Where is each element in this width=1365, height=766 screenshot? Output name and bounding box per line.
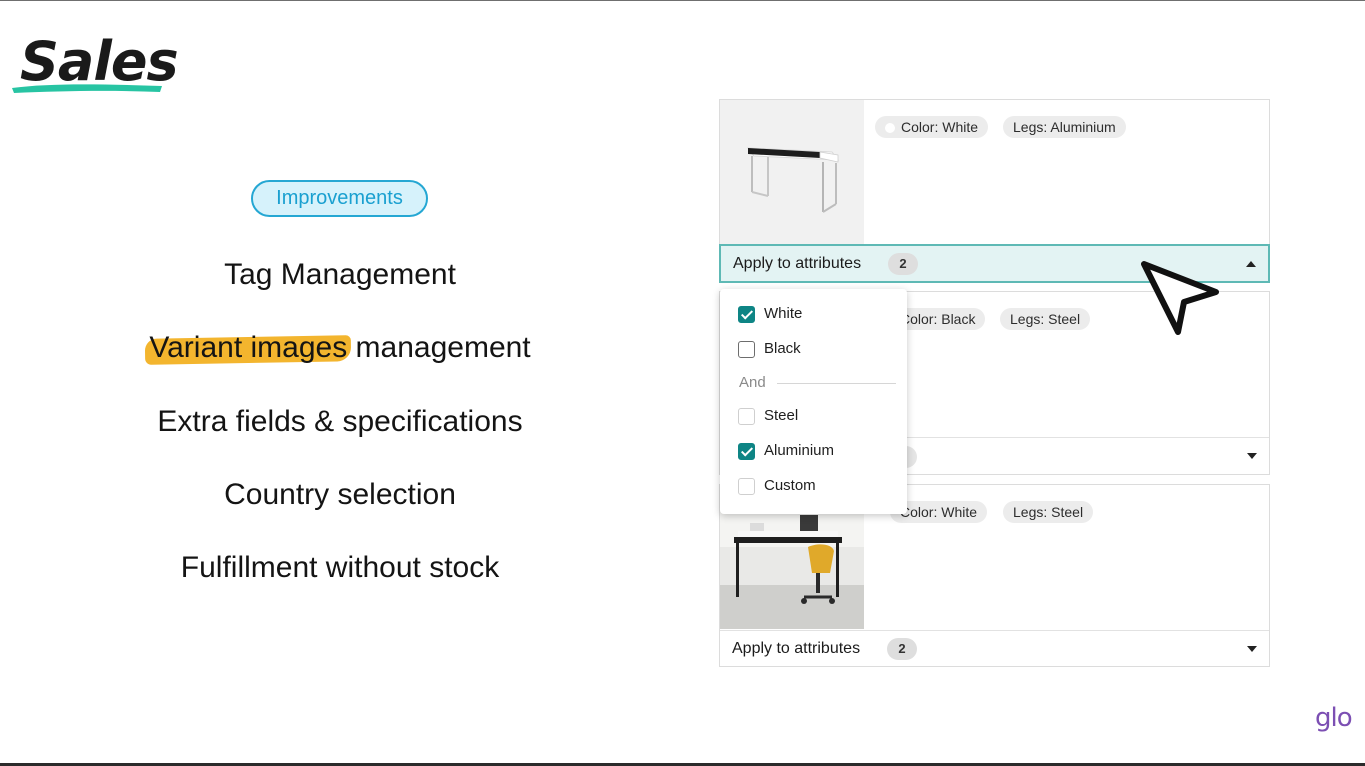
apply-to-attributes-label: Apply to attributes [733, 255, 862, 272]
attribute-chip-legs: Legs: Steel [1000, 308, 1091, 330]
product-image-white-desk[interactable] [720, 100, 864, 244]
attribute-count-badge: 2 [887, 638, 917, 660]
caret-down-icon [1247, 453, 1257, 459]
top-frame-line [0, 0, 1365, 1]
and-separator-label: And [739, 374, 766, 391]
sales-logo: Sales [6, 22, 179, 102]
feature-tag-management: Tag Management [224, 258, 456, 291]
option-steel[interactable]: Steel [738, 405, 898, 427]
attribute-chip-color: Color: White [875, 116, 989, 138]
attribute-count-badge: 2 [888, 253, 918, 275]
improvements-badge: Improvements [251, 180, 428, 217]
caret-down-icon [1247, 646, 1257, 652]
separator-line [777, 383, 896, 384]
feature-variant-rest: management [347, 331, 531, 364]
desk-illustration [720, 100, 864, 244]
highlight-text: Variant images [149, 331, 348, 364]
feature-country-selection: Country selection [224, 478, 456, 511]
feature-extra-fields: Extra fields & specifications [157, 405, 523, 438]
variant-card: Color: White Legs: Aluminium Apply to at… [719, 99, 1270, 283]
checkbox-checked-icon[interactable] [738, 443, 755, 460]
logo-text: Sales [20, 30, 179, 93]
attributes-dropdown: White Black And Steel Aluminium Custom [720, 289, 907, 514]
glo-brand-logo: glo [1315, 703, 1353, 733]
feature-fulfillment: Fulfillment without stock [180, 551, 500, 584]
checkbox-icon[interactable] [738, 478, 755, 495]
checkbox-checked-icon[interactable] [738, 306, 755, 323]
apply-to-attributes-label: Apply to attributes [732, 640, 861, 657]
option-custom[interactable]: Custom [738, 475, 898, 497]
option-black[interactable]: Black [738, 338, 898, 360]
option-aluminium[interactable]: Aluminium [738, 440, 898, 462]
attribute-chip-legs: Legs: Aluminium [1003, 116, 1126, 138]
caret-up-icon [1246, 261, 1256, 267]
feature-variant-images: Variant images management [100, 330, 580, 366]
checkbox-icon[interactable] [738, 408, 755, 425]
white-swatch-icon [885, 123, 895, 133]
pointer-cursor-icon [1141, 261, 1219, 335]
attribute-chip-legs: Legs: Steel [1003, 501, 1094, 523]
option-white[interactable]: White [738, 303, 898, 325]
apply-to-attributes-toggle[interactable]: Apply to attributes 2 [720, 630, 1269, 667]
checkbox-icon[interactable] [738, 341, 755, 358]
